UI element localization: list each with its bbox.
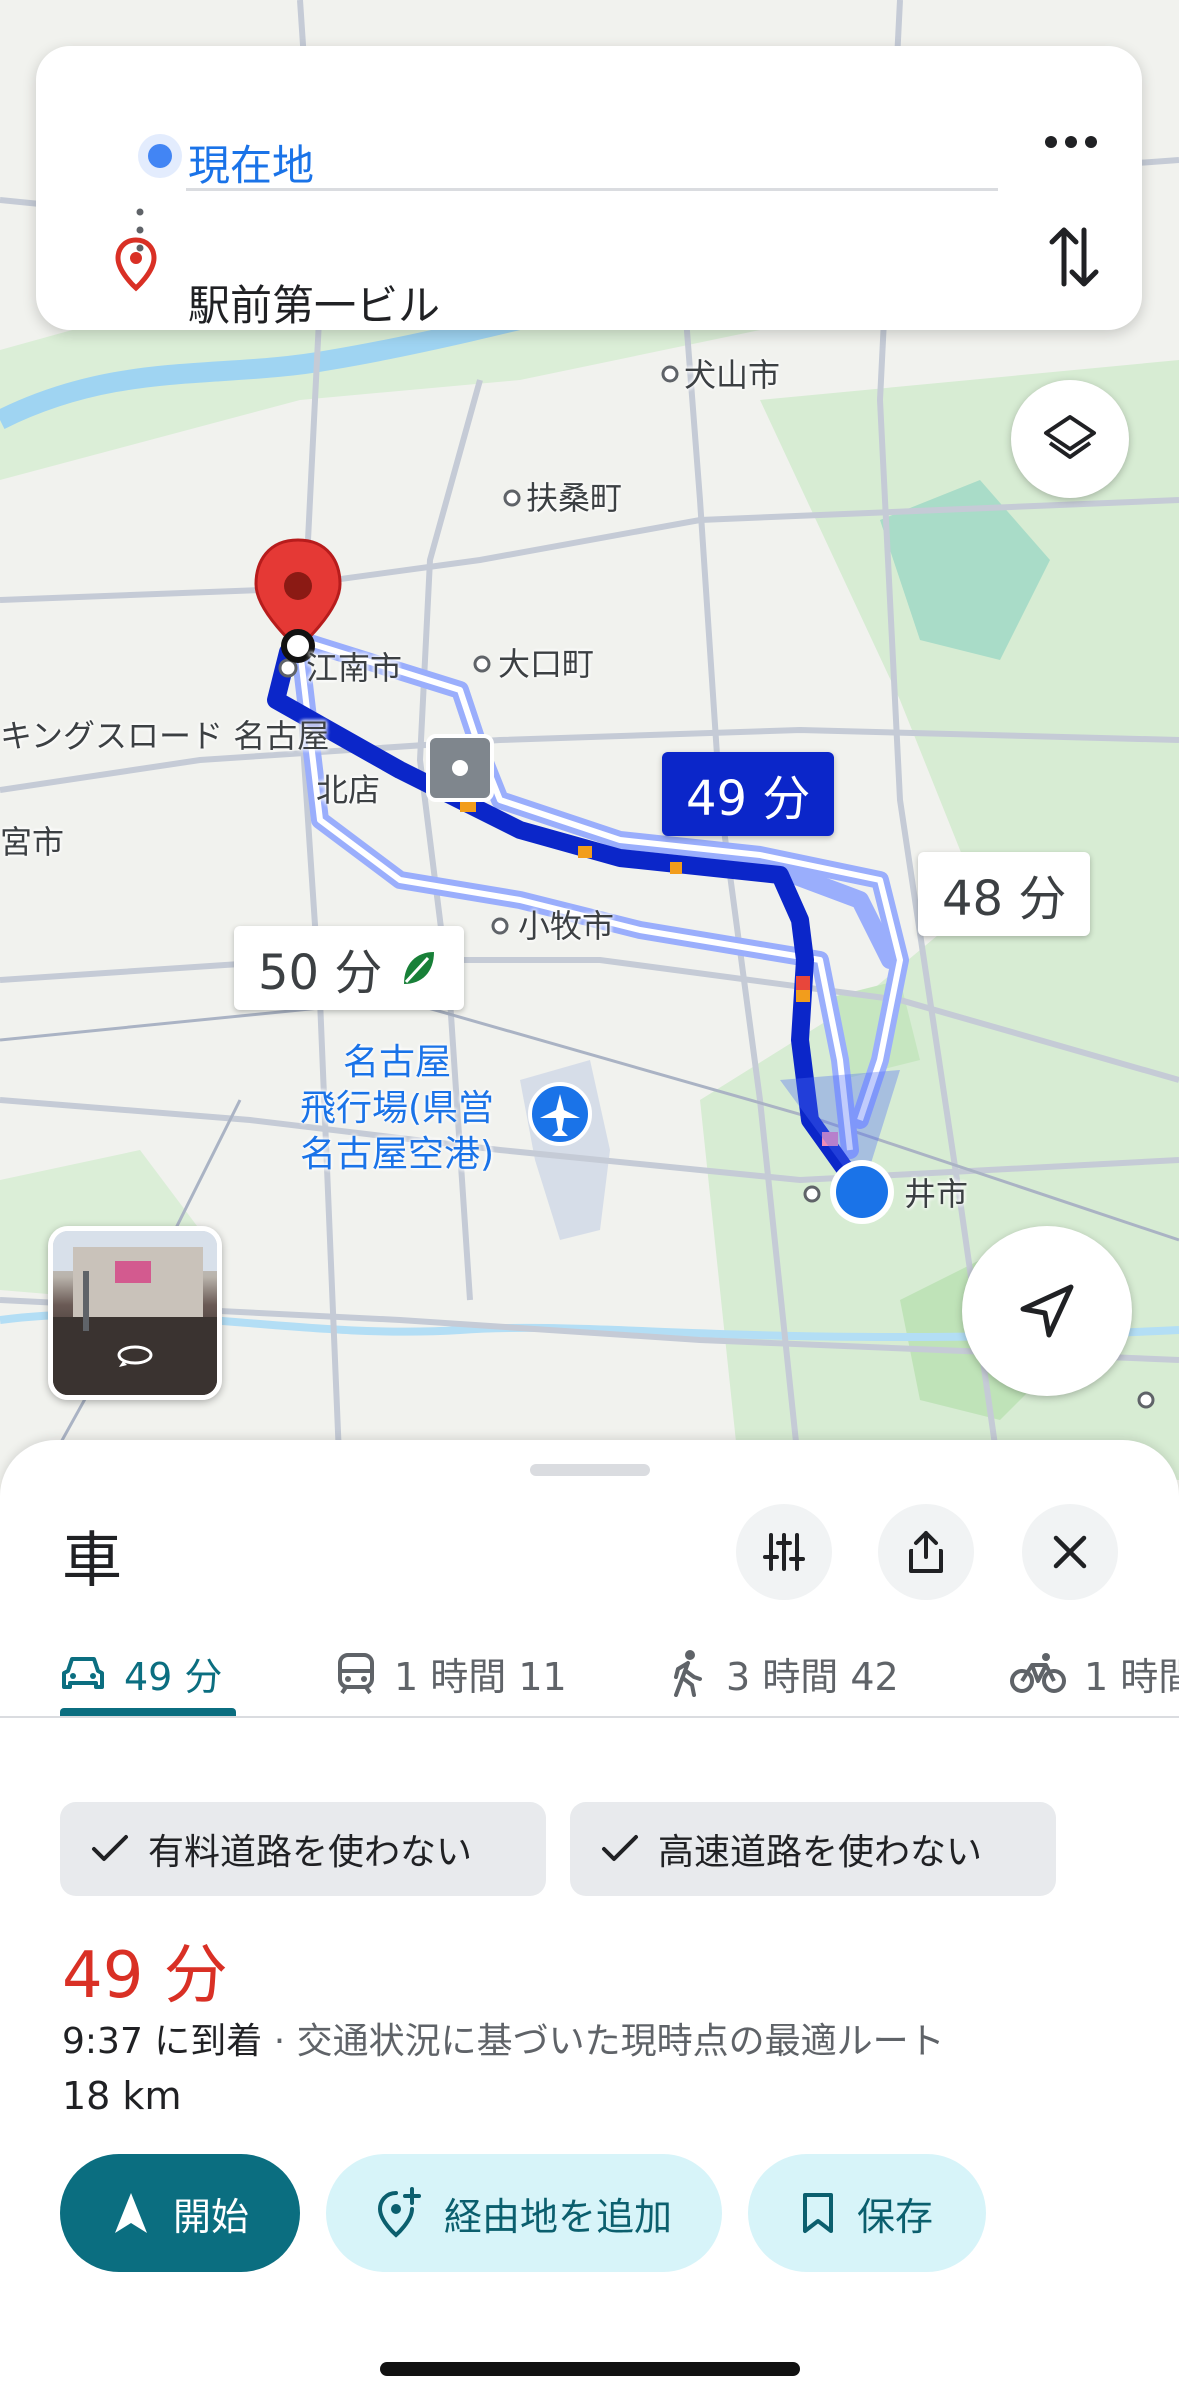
map-label-kings-road: キングスロード 名古屋 bbox=[0, 717, 330, 755]
navigation-icon bbox=[114, 2193, 147, 2233]
tab-transit-label: 1 時間 11 bbox=[394, 1654, 567, 1699]
tune-icon bbox=[763, 1533, 805, 1571]
eco-leaf-icon bbox=[404, 952, 435, 984]
map-label-kings-road-2: 北店 bbox=[316, 771, 381, 809]
start-navigation-button[interactable]: 開始 bbox=[60, 2154, 300, 2272]
add-location-icon bbox=[377, 2187, 421, 2238]
map-label-fuso: 扶桑町 bbox=[526, 479, 623, 517]
tabs-divider bbox=[0, 1716, 1179, 1718]
airport-name-line-1: 名古屋 bbox=[342, 1042, 451, 1083]
share-button[interactable] bbox=[878, 1504, 974, 1600]
layers-button[interactable] bbox=[1011, 380, 1129, 498]
check-icon bbox=[602, 1835, 638, 1861]
fields-divider bbox=[186, 188, 998, 191]
route-chip-alt-1-label: 48 分 bbox=[942, 871, 1067, 927]
my-location-button[interactable] bbox=[962, 1226, 1132, 1396]
route-chip-selected-label: 49 分 bbox=[686, 771, 811, 827]
route-chip-alt-1[interactable]: 48 分 bbox=[918, 852, 1091, 936]
navigation-arrow-icon bbox=[1020, 1284, 1074, 1338]
train-icon bbox=[338, 1653, 374, 1695]
close-icon bbox=[1053, 1535, 1087, 1569]
map-label-kasugai: 井市 bbox=[904, 1175, 969, 1213]
more-options-icon[interactable] bbox=[1036, 122, 1106, 162]
street-view-thumbnail[interactable] bbox=[48, 1226, 222, 1400]
destination-pin-icon bbox=[115, 237, 157, 292]
tab-walk-label: 3 時間 42 bbox=[726, 1654, 899, 1699]
travel-mode-tabs: 49 分 1 時間 11 3 時間 42 1 時間 bbox=[0, 1630, 1179, 1716]
tab-bike-label: 1 時間 bbox=[1084, 1654, 1179, 1699]
directions-search-card: 現在地 駅前第一ビル bbox=[36, 46, 1142, 330]
route-chip-alt-2[interactable]: 50 分 bbox=[234, 926, 465, 1010]
start-label: 開始 bbox=[172, 2194, 249, 2239]
save-route-button[interactable]: 保存 bbox=[748, 2154, 986, 2272]
street-view-image bbox=[53, 1231, 217, 1395]
tab-car[interactable]: 49 分 bbox=[60, 1630, 222, 1716]
avoid-highways-label: 高速道路を使わない bbox=[658, 1832, 983, 1873]
map-label-komaki: 小牧市 bbox=[518, 907, 615, 945]
tab-car-label: 49 分 bbox=[124, 1654, 223, 1699]
route-chip-selected[interactable]: 49 分 bbox=[662, 752, 835, 836]
origin-field[interactable]: 現在地 bbox=[188, 132, 314, 193]
tab-bike[interactable]: 1 時間 bbox=[1010, 1630, 1179, 1716]
arrival-time: 9:37 に到着 bbox=[62, 2021, 263, 2062]
add-stop-label: 経由地を追加 bbox=[443, 2194, 672, 2239]
sheet-drag-handle[interactable] bbox=[530, 1464, 650, 1476]
close-button[interactable] bbox=[1022, 1504, 1118, 1600]
map-label-konan: 江南市 bbox=[306, 649, 403, 687]
check-icon bbox=[92, 1835, 128, 1861]
route-options-button[interactable] bbox=[736, 1504, 832, 1600]
walking-icon bbox=[674, 1650, 702, 1697]
map-label-inuyama: 犬山市 bbox=[684, 356, 781, 394]
destination-field[interactable]: 駅前第一ビル bbox=[188, 272, 440, 333]
arrival-note: · 交通状況に基づいた現時点の最適ルート bbox=[262, 2021, 945, 2062]
route-distance: 18 km bbox=[62, 2074, 182, 2118]
map-label-ichinomiya: 宮市 bbox=[0, 823, 65, 861]
rotate-360-icon bbox=[117, 1345, 153, 1367]
map-label-oguchi: 大口町 bbox=[498, 645, 595, 683]
tab-walk[interactable]: 3 時間 42 bbox=[668, 1630, 899, 1716]
home-indicator[interactable] bbox=[380, 2362, 800, 2376]
add-stop-button[interactable]: 経由地を追加 bbox=[326, 2154, 722, 2272]
airport-name-line-2: 飛行場(県営 bbox=[299, 1088, 495, 1129]
avoid-highways-chip[interactable]: 高速道路を使わない bbox=[570, 1802, 1056, 1896]
layers-icon bbox=[1044, 415, 1096, 459]
bookmark-icon bbox=[802, 2193, 833, 2233]
active-tab-indicator bbox=[60, 1708, 236, 1716]
route-duration: 49 分 bbox=[62, 1939, 228, 2013]
travel-mode-title: 車 bbox=[62, 1526, 122, 1596]
bicycle-icon bbox=[1010, 1653, 1066, 1693]
tab-transit[interactable]: 1 時間 11 bbox=[336, 1630, 567, 1716]
directions-bottom-sheet: 車 49 分 1 時間 11 3 時間 42 1 時間 有料道路を使わない 高速… bbox=[0, 1440, 1179, 2400]
save-label: 保存 bbox=[856, 2194, 933, 2239]
origin-dot-icon bbox=[148, 144, 172, 168]
share-icon bbox=[909, 1531, 943, 1573]
map-label-airport[interactable]: 名古屋 飛行場(県営 名古屋空港) bbox=[282, 1040, 512, 1178]
car-icon bbox=[62, 1657, 104, 1689]
route-chip-alt-2-label: 50 分 bbox=[258, 945, 383, 1001]
avoid-tolls-chip[interactable]: 有料道路を使わない bbox=[60, 1802, 546, 1896]
avoid-tolls-label: 有料道路を使わない bbox=[148, 1832, 473, 1873]
arrival-info: 9:37 に到着 · 交通状況に基づいた現時点の最適ルート bbox=[62, 2012, 945, 2064]
swap-directions-icon[interactable] bbox=[1046, 222, 1102, 292]
airport-name-line-3: 名古屋空港) bbox=[299, 1134, 495, 1175]
